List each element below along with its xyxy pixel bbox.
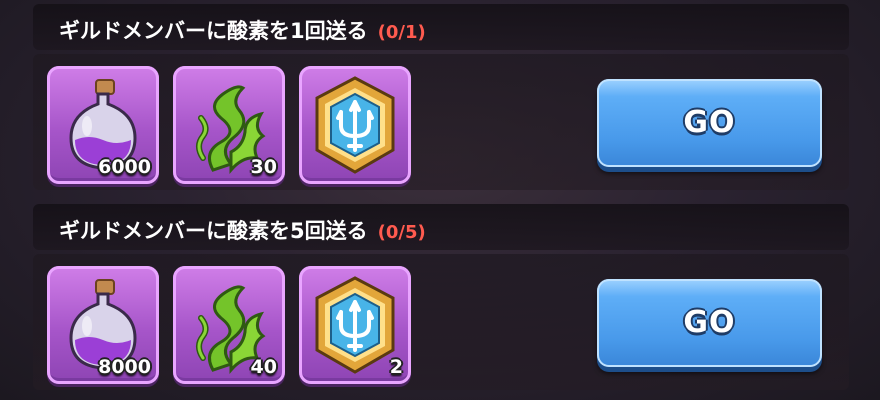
quest-row: ギルドメンバーに酸素を1回送る (0/1) 6000 30 GO bbox=[33, 0, 849, 190]
reward-count: 40 bbox=[250, 356, 277, 378]
quest-progress: (0/5) bbox=[377, 222, 426, 243]
reward-item[interactable]: 30 bbox=[173, 66, 285, 184]
trident-badge-icon bbox=[315, 76, 395, 174]
quest-title-label: ギルドメンバーに酸素を5回送る bbox=[59, 219, 368, 243]
reward-count: 6000 bbox=[98, 156, 151, 178]
reward-item[interactable]: 6000 bbox=[47, 66, 159, 184]
quest-title-bar: ギルドメンバーに酸素を5回送る (0/5) bbox=[33, 204, 849, 250]
reward-item[interactable]: 8000 bbox=[47, 266, 159, 384]
reward-item[interactable] bbox=[299, 66, 411, 184]
reward-count: 8000 bbox=[98, 356, 151, 378]
reward-count: 30 bbox=[250, 156, 277, 178]
reward-item[interactable]: 2 bbox=[299, 266, 411, 384]
reward-count: 2 bbox=[389, 356, 403, 378]
go-button[interactable]: GO bbox=[597, 279, 822, 367]
quest-title: ギルドメンバーに酸素を1回送る (0/1) bbox=[59, 15, 426, 45]
quest-progress: (0/1) bbox=[377, 22, 426, 43]
quest-title-label: ギルドメンバーに酸素を1回送る bbox=[59, 19, 368, 43]
quest-row: ギルドメンバーに酸素を5回送る (0/5) 8000 40 2 GO bbox=[33, 200, 849, 390]
reward-item[interactable]: 40 bbox=[173, 266, 285, 384]
quest-title-bar: ギルドメンバーに酸素を1回送る (0/1) bbox=[33, 4, 849, 50]
quest-title: ギルドメンバーに酸素を5回送る (0/5) bbox=[59, 215, 426, 245]
go-button[interactable]: GO bbox=[597, 79, 822, 167]
